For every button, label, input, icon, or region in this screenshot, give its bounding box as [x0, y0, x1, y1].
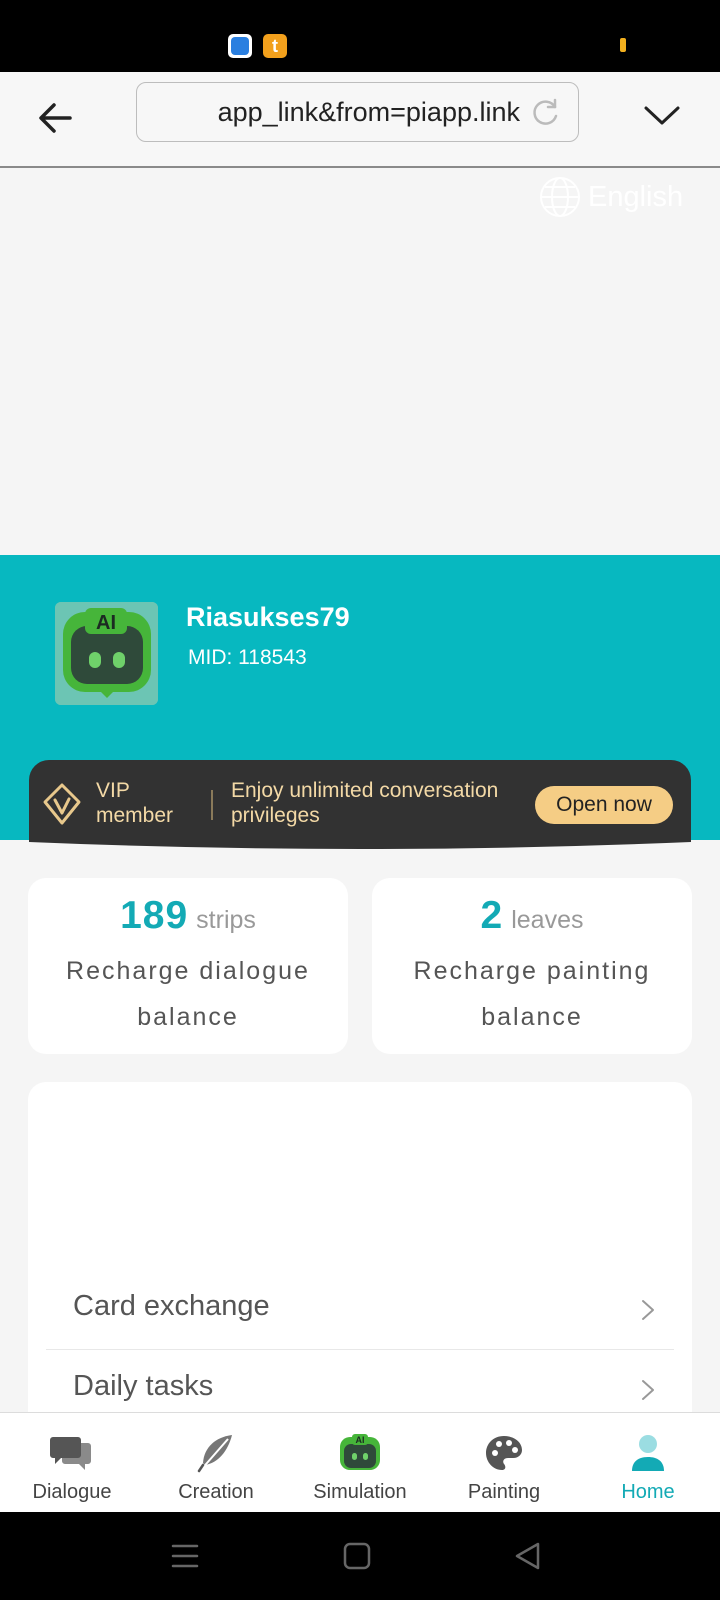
recent-apps-icon[interactable]: [165, 1536, 205, 1576]
browser-toolbar: app_link&from=piapp.link: [0, 72, 720, 168]
bottom-navigation: Dialogue Creation AI Simulation Painting: [0, 1412, 720, 1512]
nav-label: Creation: [178, 1481, 254, 1503]
dialogue-balance-unit: strips: [196, 906, 256, 934]
home-square-icon[interactable]: [337, 1536, 377, 1576]
vip-banner-curve: [0, 840, 720, 860]
robot-avatar-icon: AI: [55, 602, 158, 705]
avatar-text: AI: [96, 612, 116, 634]
avatar[interactable]: AI: [55, 602, 158, 705]
language-switch[interactable]: English: [538, 175, 683, 219]
nav-dialogue[interactable]: Dialogue: [0, 1413, 144, 1512]
vip-description: Enjoy unlimited conversation privileges: [231, 779, 499, 827]
robot-icon: AI: [340, 1434, 380, 1470]
nav-simulation[interactable]: AI Simulation: [288, 1413, 432, 1512]
nav-label: Dialogue: [32, 1481, 112, 1503]
feather-icon: [197, 1435, 232, 1473]
chevron-down-icon[interactable]: [640, 96, 684, 136]
chevron-right-icon: [642, 1300, 654, 1320]
menu-item-label: Card exchange: [73, 1290, 270, 1322]
dialogue-balance-value: 189: [120, 894, 189, 937]
t-app-icon: t: [263, 34, 287, 58]
nav-home[interactable]: Home: [576, 1413, 720, 1512]
vip-label: VIP member: [96, 779, 174, 827]
battery-icon: [620, 38, 626, 52]
nav-label: Painting: [467, 1481, 541, 1503]
menu-item-card-exchange[interactable]: Card exchange: [46, 1270, 674, 1350]
system-navigation-bar: [0, 1512, 720, 1600]
nav-label: Simulation: [313, 1481, 407, 1503]
url-text[interactable]: app_link&from=piapp.link: [218, 97, 520, 128]
username: Riasukses79: [186, 602, 350, 632]
nav-painting[interactable]: Painting: [432, 1413, 576, 1512]
painting-balance-value: 2: [480, 894, 504, 937]
person-icon: [632, 1435, 664, 1471]
member-id: MID: 118543: [188, 646, 307, 669]
back-triangle-icon[interactable]: [508, 1536, 548, 1576]
blank-banner-area: [0, 170, 720, 555]
url-bar[interactable]: app_link&from=piapp.link: [136, 82, 579, 142]
menu-item-label: Daily tasks: [73, 1370, 214, 1402]
svg-text:AI: AI: [356, 1435, 365, 1445]
recharge-painting-label: Recharge painting balance: [413, 957, 651, 1031]
nav-creation[interactable]: Creation: [144, 1413, 288, 1512]
painting-balance-card[interactable]: 2 leaves Recharge painting balance: [372, 878, 692, 1054]
language-label: English: [588, 180, 684, 213]
status-bar: t: [0, 0, 720, 72]
dialogue-balance-card[interactable]: 189 strips Recharge dialogue balance: [28, 878, 348, 1054]
open-vip-button[interactable]: Open now: [535, 786, 673, 824]
globe-icon: [540, 177, 580, 217]
back-arrow-icon[interactable]: [30, 92, 82, 144]
reload-icon[interactable]: [528, 95, 562, 129]
vip-diamond-icon: [43, 783, 81, 825]
browser-app-icon: [228, 34, 252, 58]
chat-bubbles-icon: [50, 1437, 91, 1470]
nav-label: Home: [621, 1481, 675, 1503]
vip-divider: [211, 790, 213, 820]
chevron-right-icon: [642, 1380, 654, 1400]
palette-icon: [486, 1436, 522, 1470]
recharge-dialogue-label: Recharge dialogue balance: [66, 957, 310, 1031]
painting-balance-unit: leaves: [511, 906, 584, 934]
vip-banner[interactable]: VIP member Enjoy unlimited conversation …: [29, 760, 691, 848]
